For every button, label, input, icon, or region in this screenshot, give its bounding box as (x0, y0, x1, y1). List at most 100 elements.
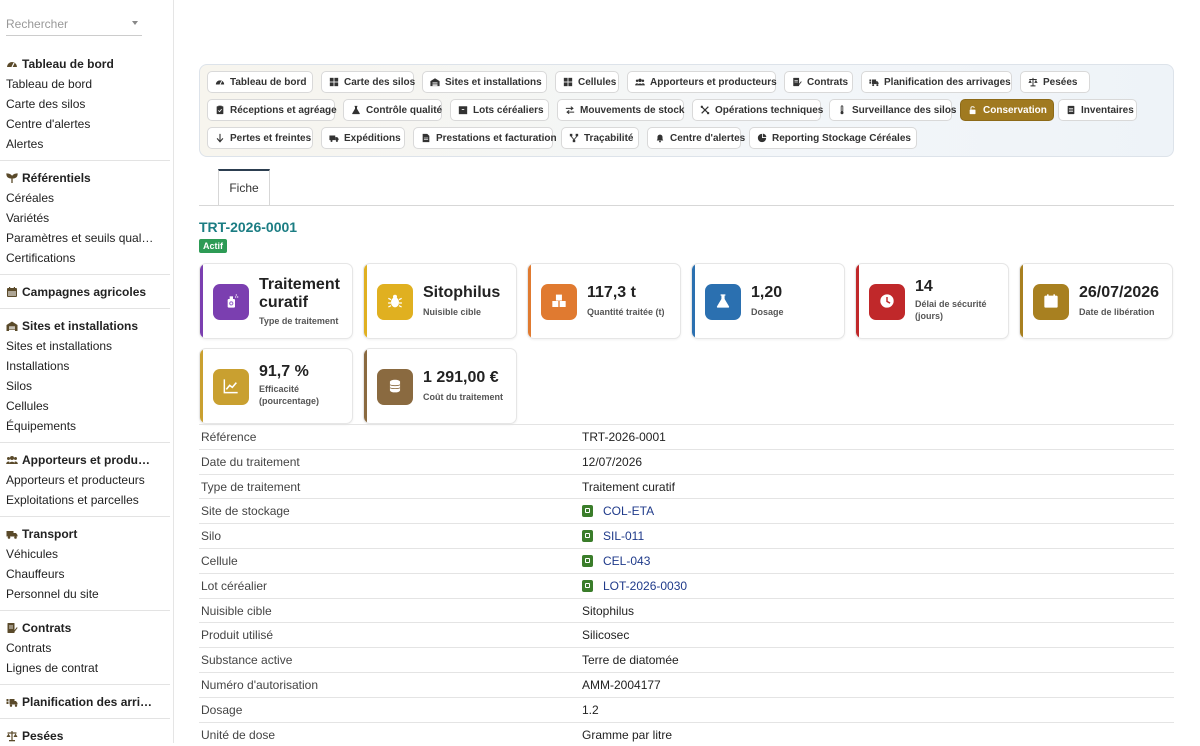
sidebar-item[interactable]: Paramètres et seuils qual… (0, 228, 170, 248)
nav-chip-surveillance-des-silos[interactable]: Surveillance des silos (829, 99, 957, 121)
search-box[interactable] (6, 14, 142, 36)
clipboard-icon (215, 105, 225, 115)
detail-row: Dosage 1.2 (199, 696, 1174, 721)
kpi-card-icon-box (1033, 284, 1069, 320)
kpi-card: Sitophilus Nuisible cible (363, 263, 517, 339)
detail-key: Cellule (201, 554, 238, 568)
sidebar-item[interactable]: Tableau de bord (0, 74, 170, 94)
sidebar-section-title: Pesées (22, 729, 64, 743)
sidebar-item[interactable]: Contrats (0, 638, 170, 658)
record-link-icon (582, 555, 593, 567)
sidebar-item[interactable]: Certifications (0, 248, 170, 268)
kpi-label: Date de libération (1079, 307, 1155, 317)
sidebar-item[interactable]: Cellules (0, 396, 170, 416)
nav-chip-pesees[interactable]: Pesées (1020, 71, 1090, 93)
nav-chip-planification-des-arrivages[interactable]: Planification des arrivages (861, 71, 1012, 93)
nav-chip-label: Tableau de bord (230, 76, 307, 88)
nav-chip-cellules[interactable]: Cellules (555, 71, 619, 93)
status-badge: Actif (199, 239, 227, 253)
detail-key: Silo (201, 529, 222, 544)
sidebar-section: Planification des arri… (0, 694, 170, 710)
detail-link-text[interactable]: CEL-043 (603, 554, 650, 568)
users-icon (6, 454, 18, 466)
sidebar-section-title: Transport (22, 527, 78, 541)
detail-link[interactable]: SIL-011 (582, 529, 644, 543)
sidebar-section-header[interactable]: Apporteurs et produ… (0, 452, 170, 468)
sidebar-section-header[interactable]: Campagnes agricoles (0, 284, 170, 300)
detail-link[interactable]: CEL-043 (582, 554, 650, 568)
detail-link-text[interactable]: SIL-011 (603, 529, 644, 543)
sidebar-item[interactable]: Variétés (0, 208, 170, 228)
nav-chip-label: Mouvements de stock (580, 104, 685, 116)
sidebar-item[interactable]: Centre d'alertes (0, 114, 170, 134)
nav-chip-tableau-de-bord[interactable]: Tableau de bord (207, 71, 313, 93)
detail-row: Date du traitement 12/07/2026 (199, 448, 1174, 473)
tab-fiche[interactable]: Fiche (218, 169, 270, 205)
sidebar-section-header[interactable]: Transport (0, 526, 170, 542)
sidebar-item[interactable]: Carte des silos (0, 94, 170, 114)
users-icon (635, 77, 645, 87)
sidebar-section-title: Planification des arri… (22, 695, 153, 709)
nav-chip-apporteurs-et-producteurs[interactable]: Apporteurs et producteurs (627, 71, 777, 93)
sidebar-item[interactable]: Équipements (0, 416, 170, 436)
nav-chip-label: Lots céréaliers (473, 104, 544, 116)
detail-row: Unité de dose Gramme par litre (199, 721, 1174, 746)
sidebar-item[interactable]: Installations (0, 356, 170, 376)
sprout-icon (6, 172, 18, 184)
nav-chip-receptions-et-agreage[interactable]: Réceptions et agréage (207, 99, 337, 121)
search-input[interactable] (6, 14, 124, 34)
detail-row: Cellule CEL-043 (199, 548, 1174, 572)
kpi-card-icon-box (377, 369, 413, 405)
kpi-card-accent (364, 264, 367, 338)
detail-value: Silicosec (582, 628, 630, 643)
sidebar-section-header[interactable]: Sites et installations (0, 318, 170, 334)
detail-link[interactable]: LOT-2026-0030 (582, 579, 687, 593)
sidebar-item[interactable]: Silos (0, 376, 170, 396)
truck-icon (6, 528, 18, 540)
sidebar-item[interactable]: Céréales (0, 188, 170, 208)
sidebar-item[interactable]: Sites et installations (0, 336, 170, 356)
nav-chip-carte-des-silos[interactable]: Carte des silos (321, 71, 416, 93)
nav-chip-conservation[interactable]: Conservation (960, 99, 1054, 121)
nav-chip-mouvements-de-stock[interactable]: Mouvements de stock (557, 99, 684, 121)
sidebar-section-header[interactable]: Planification des arri… (0, 694, 170, 710)
sidebar-section-header[interactable]: Référentiels (0, 170, 170, 186)
chevron-down-icon[interactable] (132, 21, 138, 25)
sidebar-item[interactable]: Apporteurs et producteurs (0, 470, 170, 490)
kpi-card: 91,7 % Efficacité (pourcentage) (199, 348, 353, 424)
sidebar-section-header[interactable]: Tableau de bord (0, 56, 170, 72)
sidebar-item[interactable]: Lignes de contrat (0, 658, 170, 678)
nav-chip-controle-qualite[interactable]: Contrôle qualité (343, 99, 442, 121)
nav-chip-label: Carte des silos (344, 76, 416, 88)
scale-icon (1028, 77, 1038, 87)
nav-chip-lots-cerealiers[interactable]: Lots céréaliers (450, 99, 549, 121)
gauge-icon (6, 58, 18, 70)
nav-chip-label: Conservation (983, 104, 1047, 116)
detail-link-text[interactable]: COL-ETA (603, 504, 654, 518)
nav-chip-sites-et-installations[interactable]: Sites et installations (422, 71, 547, 93)
kpi-card-accent (856, 264, 859, 338)
sidebar-item[interactable]: Véhicules (0, 544, 170, 564)
nav-chip-pertes-et-freintes[interactable]: Pertes et freintes (207, 127, 313, 149)
sidebar-section-header[interactable]: Pesées (0, 728, 170, 743)
sidebar-item[interactable]: Exploitations et parcelles (0, 490, 170, 510)
nav-chip-centre-d-alertes[interactable]: Centre d'alertes (647, 127, 745, 149)
nav-chip-reporting-stockage-cereales[interactable]: Reporting Stockage Céréales (749, 127, 917, 149)
detail-key: Référence (201, 430, 257, 444)
nav-chip-tracabilite[interactable]: Traçabilité (561, 127, 639, 149)
nav-chip-inventaires[interactable]: Inventaires (1058, 99, 1137, 121)
nav-chip-contrats[interactable]: Contrats (784, 71, 853, 93)
sidebar-item[interactable]: Alertes (0, 134, 170, 154)
sidebar-section-header[interactable]: Contrats (0, 620, 170, 636)
sidebar-item[interactable]: Chauffeurs (0, 564, 170, 584)
detail-link[interactable]: COL-ETA (582, 504, 654, 518)
nav-chip-expeditions[interactable]: Expéditions (321, 127, 405, 149)
sidebar-item[interactable]: Personnel du site (0, 584, 170, 604)
kpi-card: 1 291,00 € Coût du traitement (363, 348, 517, 424)
detail-link-text[interactable]: LOT-2026-0030 (603, 579, 687, 593)
tab-label: Fiche (229, 181, 259, 195)
nav-chip-operations-techniques[interactable]: Opérations techniques (692, 99, 823, 121)
clock-icon (879, 293, 895, 312)
nav-chip-prestations-et-facturation[interactable]: Prestations et facturation (413, 127, 557, 149)
module-nav-panel: Tableau de bord Carte des silos Sites et i… (199, 64, 1174, 157)
